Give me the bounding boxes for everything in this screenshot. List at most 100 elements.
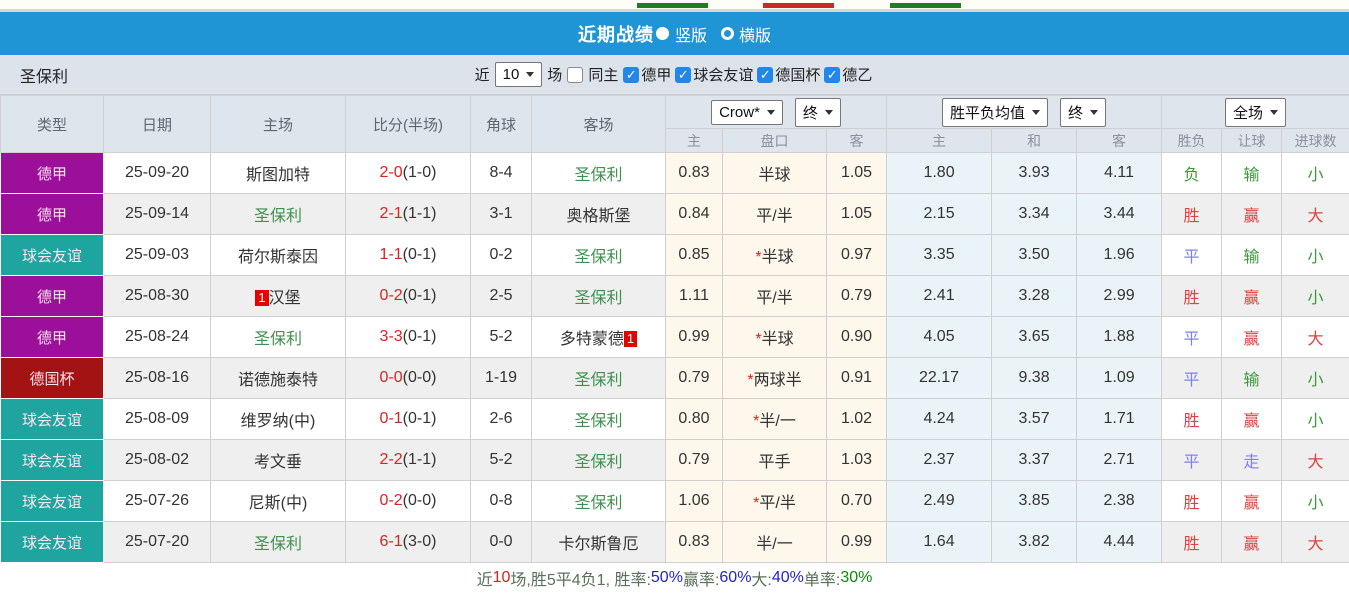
date-cell: 25-08-30 bbox=[104, 276, 211, 317]
avg-lose-cell: 3.44 bbox=[1077, 194, 1162, 235]
header-away: 客场 bbox=[532, 96, 666, 153]
result-wdl-cell: 胜 bbox=[1162, 194, 1222, 235]
handicap-label: 平/半 bbox=[756, 290, 792, 307]
halftime-score: (1-1) bbox=[403, 205, 437, 222]
subheader: 盘口 bbox=[723, 129, 827, 153]
team-label: 圣保利 bbox=[574, 454, 622, 471]
summary-segment: 60% bbox=[719, 569, 751, 587]
odds-company-select[interactable]: Crow* bbox=[711, 100, 783, 125]
fulltime-score: 0-2 bbox=[380, 492, 403, 509]
date-cell: 25-08-16 bbox=[104, 358, 211, 399]
avg-time-select[interactable]: 终 bbox=[1060, 98, 1106, 127]
avg-draw-cell: 3.57 bbox=[992, 399, 1077, 440]
result-wdl-cell: 平 bbox=[1162, 358, 1222, 399]
summary-segment: 40% bbox=[772, 569, 804, 587]
avg-draw-cell: 3.93 bbox=[992, 153, 1077, 194]
score-cell: 3-3(0-1) bbox=[346, 317, 471, 358]
result-handicap-cell: 赢 bbox=[1222, 481, 1282, 522]
odds-away-cell: 0.91 bbox=[827, 358, 887, 399]
subheader: 和 bbox=[992, 129, 1077, 153]
avg-lose-cell: 2.71 bbox=[1077, 440, 1162, 481]
date-cell: 25-08-02 bbox=[104, 440, 211, 481]
top-tab-strip bbox=[0, 0, 1349, 12]
league-checkbox[interactable]: ✓ bbox=[757, 67, 773, 83]
league-checkbox[interactable]: ✓ bbox=[675, 67, 691, 83]
avg-draw-cell: 3.82 bbox=[992, 522, 1077, 563]
score-cell: 6-1(3-0) bbox=[346, 522, 471, 563]
odds-home-cell: 0.99 bbox=[666, 317, 723, 358]
halftime-score: (0-0) bbox=[403, 492, 437, 509]
type-cell: 球会友谊 bbox=[1, 481, 104, 522]
type-cell: 球会友谊 bbox=[1, 440, 104, 481]
league-checkbox[interactable]: ✓ bbox=[623, 67, 639, 83]
header-avg-group: 胜平负均值 终 bbox=[887, 96, 1162, 129]
title-bar: 近期战绩 竖版 横版 bbox=[0, 12, 1349, 55]
header-date: 日期 bbox=[104, 96, 211, 153]
result-wdl-cell: 平 bbox=[1162, 235, 1222, 276]
radio-vertical-selected-icon[interactable] bbox=[656, 27, 669, 40]
corner-cell: 2-5 bbox=[471, 276, 532, 317]
team-label: 汉堡 bbox=[269, 290, 301, 307]
fulltime-score: 2-2 bbox=[380, 451, 403, 468]
subheader: 客 bbox=[1077, 129, 1162, 153]
radio-horizontal-label[interactable]: 横版 bbox=[739, 22, 771, 46]
league-label: 德国杯 bbox=[775, 64, 820, 85]
score-cell: 0-2(0-0) bbox=[346, 481, 471, 522]
halftime-score: (1-1) bbox=[403, 451, 437, 468]
result-wdl-cell: 平 bbox=[1162, 440, 1222, 481]
away-team-cell: 多特蒙德1 bbox=[532, 317, 666, 358]
type-cell: 德甲 bbox=[1, 317, 104, 358]
handicap-cell: *半球 bbox=[723, 235, 827, 276]
odds-home-cell: 0.79 bbox=[666, 440, 723, 481]
odds-away-cell: 0.97 bbox=[827, 235, 887, 276]
avg-win-cell: 2.41 bbox=[887, 276, 992, 317]
league-checkboxes: ✓德甲✓球会友谊✓德国杯✓德乙 bbox=[623, 64, 874, 85]
table-row: 球会友谊25-09-03荷尔斯泰因1-1(0-1)0-2圣保利0.85*半球0.… bbox=[1, 235, 1349, 276]
result-wdl-cell: 胜 bbox=[1162, 276, 1222, 317]
handicap-cell: 半球 bbox=[723, 153, 827, 194]
odds-time-select[interactable]: 终 bbox=[795, 98, 841, 127]
team-label: 圣保利 bbox=[574, 372, 622, 389]
chevron-down-icon bbox=[767, 110, 775, 115]
odds-away-cell: 0.79 bbox=[827, 276, 887, 317]
result-goals-cell: 小 bbox=[1282, 399, 1349, 440]
team-label: 尼斯(中) bbox=[249, 495, 308, 512]
near-label: 近 bbox=[475, 64, 490, 85]
matches-label: 场 bbox=[547, 64, 562, 85]
fulltime-score: 2-0 bbox=[380, 164, 403, 181]
team-label: 圣保利 bbox=[254, 536, 302, 553]
radio-horizontal-icon[interactable] bbox=[721, 27, 734, 40]
summary-segment: 10 bbox=[493, 569, 511, 587]
score-cell: 0-2(0-1) bbox=[346, 276, 471, 317]
results-table-body: 德甲25-09-20斯图加特2-0(1-0)8-4圣保利0.83半球1.051.… bbox=[1, 153, 1349, 563]
odds-home-cell: 0.84 bbox=[666, 194, 723, 235]
halftime-score: (3-0) bbox=[403, 533, 437, 550]
home-team-cell: 荷尔斯泰因 bbox=[211, 235, 346, 276]
avg-draw-cell: 3.34 bbox=[992, 194, 1077, 235]
home-team-cell: 诺德施泰特 bbox=[211, 358, 346, 399]
result-goals-cell: 小 bbox=[1282, 235, 1349, 276]
result-goals-cell: 大 bbox=[1282, 522, 1349, 563]
avg-lose-cell: 1.96 bbox=[1077, 235, 1162, 276]
fulltime-score: 0-1 bbox=[380, 410, 403, 427]
team-label: 圣保利 bbox=[574, 167, 622, 184]
handicap-cell: 半/一 bbox=[723, 522, 827, 563]
matches-count-select[interactable]: 10 bbox=[495, 62, 543, 87]
same-home-checkbox[interactable] bbox=[567, 67, 583, 83]
odds-home-cell: 0.79 bbox=[666, 358, 723, 399]
corner-cell: 1-19 bbox=[471, 358, 532, 399]
avg-lose-cell: 4.44 bbox=[1077, 522, 1162, 563]
radio-vertical-label[interactable]: 竖版 bbox=[675, 22, 707, 46]
type-cell: 球会友谊 bbox=[1, 399, 104, 440]
team-label: 圣保利 bbox=[254, 208, 302, 225]
result-goals-cell: 大 bbox=[1282, 440, 1349, 481]
team-label: 圣保利 bbox=[574, 413, 622, 430]
avg-win-cell: 4.24 bbox=[887, 399, 992, 440]
league-checkbox[interactable]: ✓ bbox=[824, 67, 840, 83]
avg-draw-cell: 3.65 bbox=[992, 317, 1077, 358]
corner-cell: 0-8 bbox=[471, 481, 532, 522]
scope-select[interactable]: 全场 bbox=[1225, 98, 1286, 127]
header-home: 主场 bbox=[211, 96, 346, 153]
type-cell: 德甲 bbox=[1, 276, 104, 317]
avg-type-select[interactable]: 胜平负均值 bbox=[942, 98, 1048, 127]
